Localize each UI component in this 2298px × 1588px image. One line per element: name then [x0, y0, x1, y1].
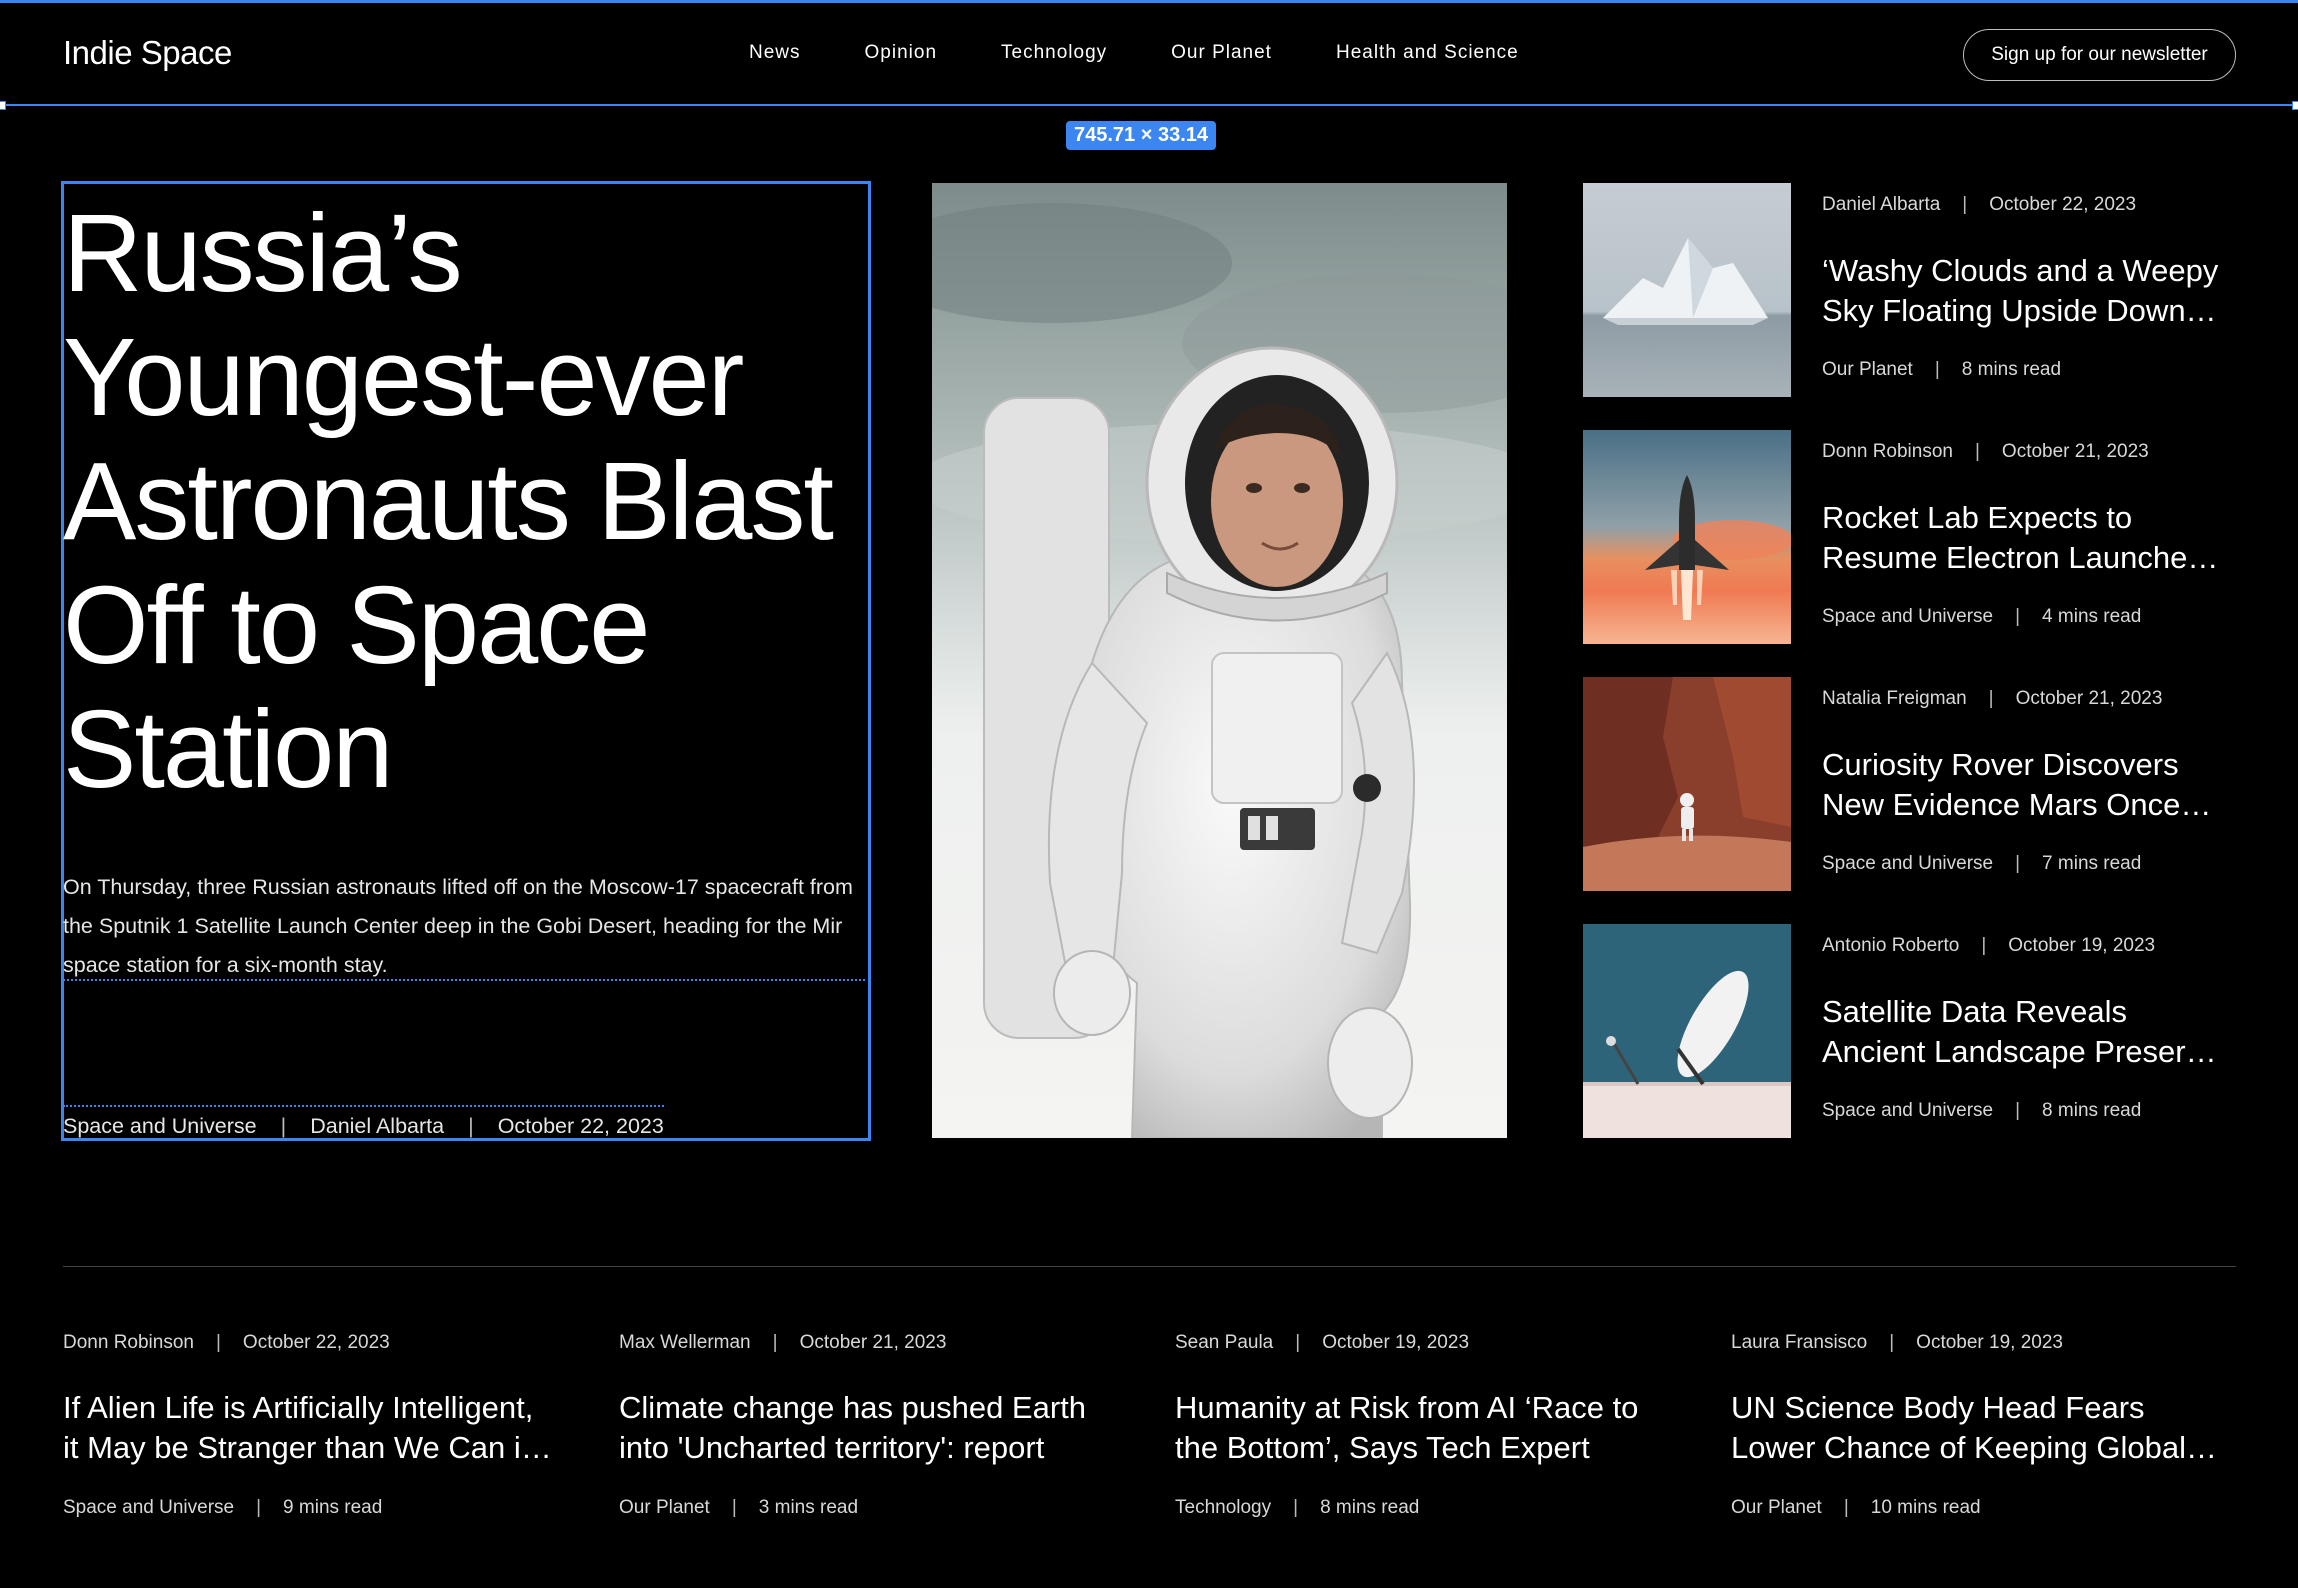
bottom-article-meta: Donn Robinson | October 22, 2023: [63, 1332, 390, 1353]
article-category[interactable]: Space and Universe: [1822, 853, 1993, 874]
article-category[interactable]: Technology: [1175, 1497, 1271, 1518]
article-author[interactable]: Daniel Albarta: [1822, 194, 1940, 215]
side-article-image[interactable]: [1583, 430, 1791, 644]
section-divider: [63, 1266, 2236, 1267]
article-read-time: 8 mins read: [1961, 359, 2062, 380]
side-article-meta: Antonio Roberto | October 19, 2023: [1822, 935, 2156, 956]
article-date: October 19, 2023: [1322, 1332, 1470, 1353]
side-article-tags: Space and Universe | 8 mins read: [1822, 1100, 2142, 1121]
selection-size-label: 745.71 × 33.14: [1066, 121, 1217, 150]
side-article-image[interactable]: [1583, 924, 1791, 1138]
side-article-2[interactable]: Donn Robinson | October 21, 2023 Rocket La…: [1583, 430, 2263, 644]
article-category[interactable]: Our Planet: [619, 1497, 710, 1518]
article-author[interactable]: Donn Robinson: [1822, 441, 1953, 462]
article-date: October 22, 2023: [1989, 194, 2137, 215]
hero-description: On Thursday, three Russian astronauts li…: [63, 875, 853, 977]
hero-author[interactable]: Daniel Albarta: [310, 1114, 444, 1139]
article-date: October 21, 2023: [2001, 441, 2149, 462]
article-author[interactable]: Donn Robinson: [63, 1332, 194, 1353]
bottom-article-meta: Max Wellerman | October 21, 2023: [619, 1332, 947, 1353]
article-date: October 22, 2023: [242, 1332, 390, 1353]
side-article-title[interactable]: Satellite Data Reveals Ancient Landscape…: [1822, 992, 2247, 1072]
bottom-article-title[interactable]: If Alien Life is Artificially Intelligen…: [63, 1388, 583, 1468]
article-date: October 19, 2023: [2008, 935, 2156, 956]
nav-item-news[interactable]: News: [749, 42, 801, 64]
article-author[interactable]: Laura Fransisco: [1731, 1332, 1867, 1353]
nav-item-opinion[interactable]: Opinion: [865, 42, 938, 64]
article-read-time: 10 mins read: [1870, 1497, 1981, 1518]
article-category[interactable]: Space and Universe: [1822, 1100, 1993, 1121]
bottom-article-4[interactable]: Laura Fransisco | October 19, 2023 UN Scie…: [1731, 1320, 2251, 1520]
article-read-time: 8 mins read: [2042, 1100, 2142, 1121]
hero-meta: Space and Universe | Daniel Albarta | Oc…: [63, 1105, 664, 1141]
hero-date: October 22, 2023: [497, 1113, 664, 1138]
side-article-tags: Space and Universe | 4 mins read: [1822, 606, 2142, 627]
nav-item-health-and-science[interactable]: Health and Science: [1336, 42, 1519, 64]
hero-category[interactable]: Space and Universe: [63, 1114, 257, 1139]
side-article-meta: Daniel Albarta | October 22, 2023: [1822, 194, 2137, 215]
bottom-article-tags: Our Planet | 10 mins read: [1731, 1497, 1981, 1518]
side-article-image[interactable]: [1583, 677, 1791, 891]
bottom-article-title[interactable]: Humanity at Risk from AI ‘Race to the Bo…: [1175, 1388, 1695, 1468]
bottom-article-tags: Our Planet | 3 mins read: [619, 1497, 859, 1518]
article-read-time: 7 mins read: [2042, 853, 2142, 874]
text-selection-underline: [63, 979, 865, 981]
article-read-time: 8 mins read: [1320, 1497, 1420, 1518]
side-article-tags: Our Planet | 8 mins read: [1822, 359, 2062, 380]
side-article-image[interactable]: [1583, 183, 1791, 397]
bottom-article-tags: Technology | 8 mins read: [1175, 1497, 1420, 1518]
article-author[interactable]: Natalia Freigman: [1822, 688, 1967, 709]
bottom-article-title[interactable]: Climate change has pushed Earth into 'Un…: [619, 1388, 1139, 1468]
side-article-tags: Space and Universe | 7 mins read: [1822, 853, 2142, 874]
article-category[interactable]: Our Planet: [1731, 1497, 1822, 1518]
bottom-article-1[interactable]: Donn Robinson | October 22, 2023 If Alien …: [63, 1320, 583, 1520]
article-date: October 21, 2023: [799, 1332, 947, 1353]
bottom-article-meta: Sean Paula | October 19, 2023: [1175, 1332, 1470, 1353]
hero-title[interactable]: Russia’s Youngest-ever Astronauts Blast …: [63, 192, 843, 812]
side-article-title[interactable]: Rocket Lab Expects to Resume Electron La…: [1822, 498, 2247, 578]
article-date: October 19, 2023: [1916, 1332, 2063, 1353]
site-logo[interactable]: Indie Space: [63, 34, 232, 72]
nav-item-our-planet[interactable]: Our Planet: [1171, 42, 1272, 64]
side-article-meta: Natalia Freigman | October 21, 2023: [1822, 688, 2163, 709]
article-author[interactable]: Max Wellerman: [619, 1332, 751, 1353]
bottom-article-title[interactable]: UN Science Body Head Fears Lower Chance …: [1731, 1388, 2251, 1468]
bottom-article-2[interactable]: Max Wellerman | October 21, 2023 Climate c…: [619, 1320, 1139, 1520]
bottom-article-3[interactable]: Sean Paula | October 19, 2023 Humanity at …: [1175, 1320, 1695, 1520]
selection-handle-left[interactable]: [0, 101, 6, 110]
article-read-time: 3 mins read: [758, 1497, 859, 1518]
nav-item-technology[interactable]: Technology: [1001, 42, 1107, 64]
bottom-article-meta: Laura Fransisco | October 19, 2023: [1731, 1332, 2063, 1353]
article-read-time: 4 mins read: [2042, 606, 2142, 627]
article-category[interactable]: Our Planet: [1822, 359, 1913, 380]
article-category[interactable]: Space and Universe: [1822, 606, 1993, 627]
side-article-3[interactable]: Natalia Freigman | October 21, 2023 Curios…: [1583, 677, 2263, 891]
side-article-4[interactable]: Antonio Roberto | October 19, 2023 Satelli…: [1583, 924, 2263, 1138]
article-author[interactable]: Sean Paula: [1175, 1332, 1273, 1353]
side-article-1[interactable]: Daniel Albarta | October 22, 2023 ‘Washy C…: [1583, 183, 2263, 397]
article-author[interactable]: Antonio Roberto: [1822, 935, 1959, 956]
side-article-meta: Donn Robinson | October 21, 2023: [1822, 441, 2149, 462]
hero-astronaut-image[interactable]: [932, 183, 1507, 1138]
selection-handle-right[interactable]: [2292, 101, 2298, 110]
article-date: October 21, 2023: [2015, 688, 2163, 709]
main-nav: News Opinion Technology Our Planet Healt…: [749, 42, 1519, 64]
newsletter-button[interactable]: Sign up for our newsletter: [1963, 29, 2236, 81]
side-article-title[interactable]: ‘Washy Clouds and a Weepy Sky Floating U…: [1822, 251, 2247, 331]
article-category[interactable]: Space and Universe: [63, 1497, 234, 1518]
article-read-time: 9 mins read: [283, 1497, 383, 1518]
bottom-article-tags: Space and Universe | 9 mins read: [63, 1497, 383, 1518]
side-article-title[interactable]: Curiosity Rover Discovers New Evidence M…: [1822, 745, 2247, 825]
